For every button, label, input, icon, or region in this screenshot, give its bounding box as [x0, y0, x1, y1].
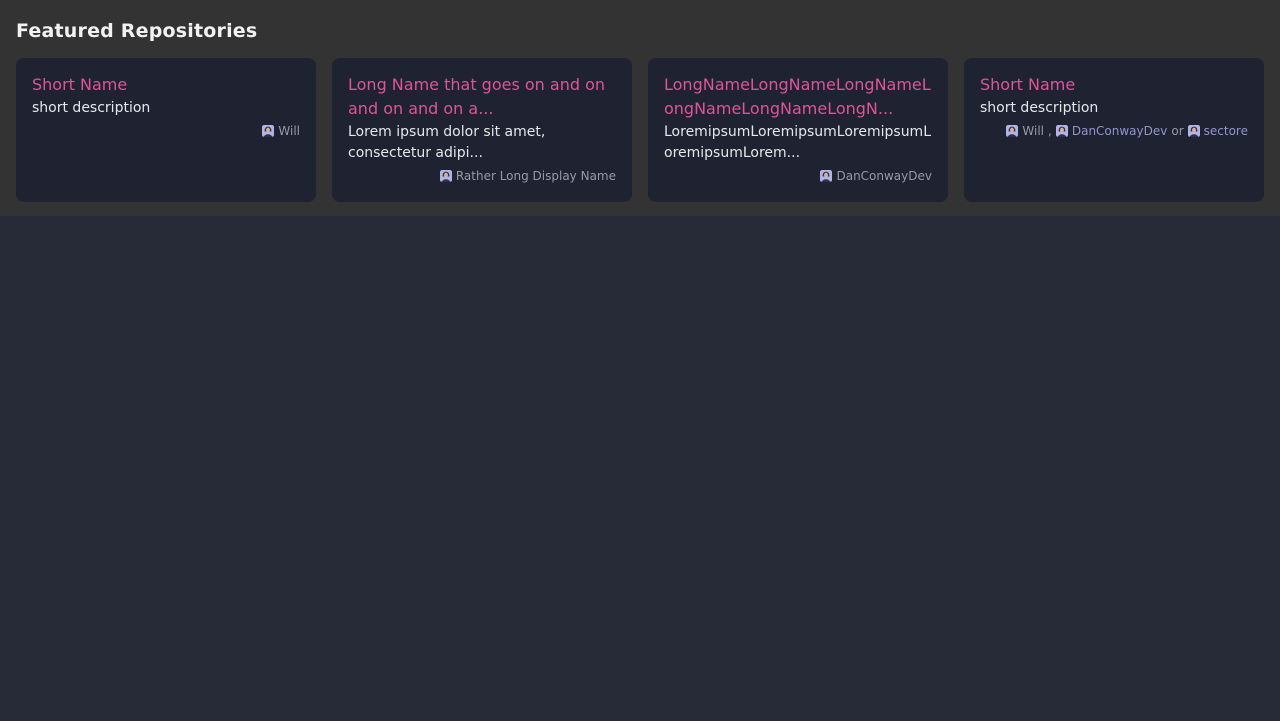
repo-card[interactable]: Long Name that goes on and on and on and…: [332, 58, 632, 202]
repo-title[interactable]: LongNameLongNameLongNameLongNameLongName…: [664, 73, 932, 121]
repo-authors-row: DanConwayDev: [664, 169, 932, 183]
repo-title[interactable]: Short Name: [32, 73, 300, 97]
repo-author[interactable]: sectore: [1188, 124, 1248, 138]
author-name: Rather Long Display Name: [456, 169, 616, 183]
person-avatar-icon: [440, 170, 452, 182]
repo-authors-row: Will , DanConwayDev or sectore: [980, 124, 1248, 138]
person-avatar-icon: [820, 170, 832, 182]
repo-author[interactable]: Will: [262, 124, 300, 138]
repo-card-grid: Short Name short description Will Long N…: [16, 58, 1264, 202]
repo-card[interactable]: Short Name short description Will: [16, 58, 316, 202]
author-name: Will: [1022, 124, 1044, 138]
person-avatar-icon: [262, 125, 274, 137]
repo-author[interactable]: Rather Long Display Name: [440, 169, 616, 183]
page-body-background: [0, 216, 1280, 721]
author-name: sectore: [1204, 124, 1248, 138]
repo-description: Lorem ipsum dolor sit amet, consectetur …: [348, 122, 616, 164]
person-avatar-icon: [1056, 125, 1068, 137]
repo-title[interactable]: Short Name: [980, 73, 1248, 97]
person-avatar-icon: [1006, 125, 1018, 137]
repo-authors-row: Will: [32, 124, 300, 138]
author-name: DanConwayDev: [1072, 124, 1168, 138]
repo-card[interactable]: Short Name short description Will , DanC…: [964, 58, 1264, 202]
author-name: Will: [278, 124, 300, 138]
author-name: DanConwayDev: [836, 169, 932, 183]
repo-title[interactable]: Long Name that goes on and on and on and…: [348, 73, 616, 121]
repo-description: LoremipsumLoremipsumLoremipsumLoremipsum…: [664, 122, 932, 164]
repo-author[interactable]: Will: [1006, 124, 1044, 138]
repo-author[interactable]: DanConwayDev: [1056, 124, 1168, 138]
featured-section: Featured Repositories Short Name short d…: [0, 0, 1280, 216]
repo-author[interactable]: DanConwayDev: [820, 169, 932, 183]
repo-authors-row: Rather Long Display Name: [348, 169, 616, 183]
page-title: Featured Repositories: [16, 20, 1264, 42]
repo-description: short description: [32, 98, 300, 119]
person-avatar-icon: [1188, 125, 1200, 137]
repo-card[interactable]: LongNameLongNameLongNameLongNameLongName…: [648, 58, 948, 202]
repo-description: short description: [980, 98, 1248, 119]
author-separator: or: [1171, 124, 1183, 138]
author-separator: ,: [1048, 124, 1052, 138]
